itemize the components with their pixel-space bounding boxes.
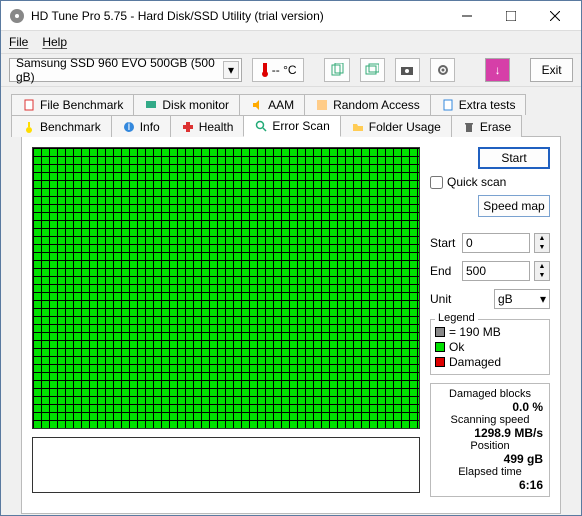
copy-info-button[interactable]: [324, 58, 349, 82]
tab-panel: File Benchmark Disk monitor AAM Random A…: [1, 87, 581, 514]
start-button[interactable]: Start: [478, 147, 550, 169]
benchmark-icon: [22, 120, 36, 134]
elapsed-time-value: 6:16: [437, 478, 543, 492]
tab-error-scan[interactable]: Error Scan: [243, 115, 340, 137]
health-icon: [181, 120, 195, 134]
close-button[interactable]: [533, 2, 577, 30]
legend-ok-icon: [435, 342, 445, 352]
exit-button[interactable]: Exit: [530, 58, 573, 82]
info-icon: i: [122, 120, 136, 134]
trash-icon: [462, 120, 476, 134]
tab-content: Start Quick scan Speed map Start ▲▼ End …: [21, 136, 561, 514]
chevron-down-icon: ▾: [540, 292, 546, 306]
download-icon: ↓: [495, 63, 501, 77]
camera-icon: [400, 63, 414, 77]
temperature-display: -- °C: [252, 58, 304, 82]
maximize-button[interactable]: [489, 2, 533, 30]
copy-shot-icon: [365, 63, 379, 77]
legend-damaged-icon: [435, 357, 445, 367]
elapsed-time-label: Elapsed time: [437, 466, 543, 478]
thermometer-icon: [260, 62, 270, 78]
magnifier-icon: [254, 119, 268, 133]
gear-icon: [436, 63, 450, 77]
speaker-icon: [250, 98, 264, 112]
legend-box: Legend = 190 MB Ok Damaged: [430, 319, 550, 375]
copy-screenshot-button[interactable]: [360, 58, 385, 82]
tab-info[interactable]: iInfo: [111, 115, 171, 137]
stats-box: Damaged blocks 0.0 % Scanning speed 1298…: [430, 383, 550, 497]
temperature-value: -- °C: [272, 63, 297, 77]
end-label: End: [430, 264, 458, 278]
position-label: Position: [437, 440, 543, 452]
start-input[interactable]: [462, 233, 530, 253]
window-title: HD Tune Pro 5.75 - Hard Disk/SSD Utility…: [31, 9, 445, 23]
menubar: File Help: [1, 31, 581, 53]
copy-icon: [330, 63, 344, 77]
titlebar: HD Tune Pro 5.75 - Hard Disk/SSD Utility…: [1, 1, 581, 31]
tab-file-benchmark[interactable]: File Benchmark: [11, 94, 134, 115]
scan-controls: Start Quick scan Speed map Start ▲▼ End …: [430, 147, 550, 503]
message-box: [32, 437, 420, 493]
chevron-down-icon: ▾: [223, 61, 239, 79]
quick-scan-label: Quick scan: [447, 175, 506, 189]
tab-erase[interactable]: Erase: [451, 115, 522, 137]
legend-title: Legend: [435, 312, 478, 324]
unit-select[interactable]: gB ▾: [494, 289, 550, 309]
tab-health[interactable]: Health: [170, 115, 245, 137]
scanning-speed-value: 1298.9 MB/s: [437, 426, 543, 440]
drive-select[interactable]: Samsung SSD 960 EVO 500GB (500 gB) ▾: [9, 58, 242, 82]
tab-random-access[interactable]: Random Access: [304, 94, 431, 115]
menu-file[interactable]: File: [9, 35, 28, 49]
save-button[interactable]: ↓: [485, 58, 510, 82]
damaged-blocks-label: Damaged blocks: [437, 388, 543, 400]
toolbar: Samsung SSD 960 EVO 500GB (500 gB) ▾ -- …: [1, 53, 581, 87]
app-icon: [9, 8, 25, 24]
tab-aam[interactable]: AAM: [239, 94, 305, 115]
app-window: HD Tune Pro 5.75 - Hard Disk/SSD Utility…: [0, 0, 582, 516]
start-label: Start: [430, 236, 458, 250]
unit-label: Unit: [430, 292, 458, 306]
scan-block-grid: [32, 147, 420, 429]
menu-help[interactable]: Help: [42, 35, 67, 49]
speed-map-button[interactable]: Speed map: [478, 195, 550, 217]
screenshot-button[interactable]: [395, 58, 420, 82]
folder-icon: [351, 120, 365, 134]
damaged-blocks-value: 0.0 %: [437, 400, 543, 414]
drive-select-value: Samsung SSD 960 EVO 500GB (500 gB): [16, 56, 235, 84]
svg-text:i: i: [127, 121, 130, 133]
tab-benchmark[interactable]: Benchmark: [11, 115, 112, 137]
extra-tests-icon: [441, 98, 455, 112]
settings-button[interactable]: [430, 58, 455, 82]
end-input[interactable]: [462, 261, 530, 281]
tab-disk-monitor[interactable]: Disk monitor: [133, 94, 240, 115]
end-spinner[interactable]: ▲▼: [534, 261, 550, 281]
random-icon: [315, 98, 329, 112]
file-benchmark-icon: [22, 98, 36, 112]
minimize-button[interactable]: [445, 2, 489, 30]
scanning-speed-label: Scanning speed: [437, 414, 543, 426]
start-spinner[interactable]: ▲▼: [534, 233, 550, 253]
tab-folder-usage[interactable]: Folder Usage: [340, 115, 452, 137]
tab-extra-tests[interactable]: Extra tests: [430, 94, 527, 115]
monitor-icon: [144, 98, 158, 112]
legend-block-icon: [435, 327, 445, 337]
position-value: 499 gB: [437, 452, 543, 466]
quick-scan-checkbox[interactable]: [430, 176, 443, 189]
